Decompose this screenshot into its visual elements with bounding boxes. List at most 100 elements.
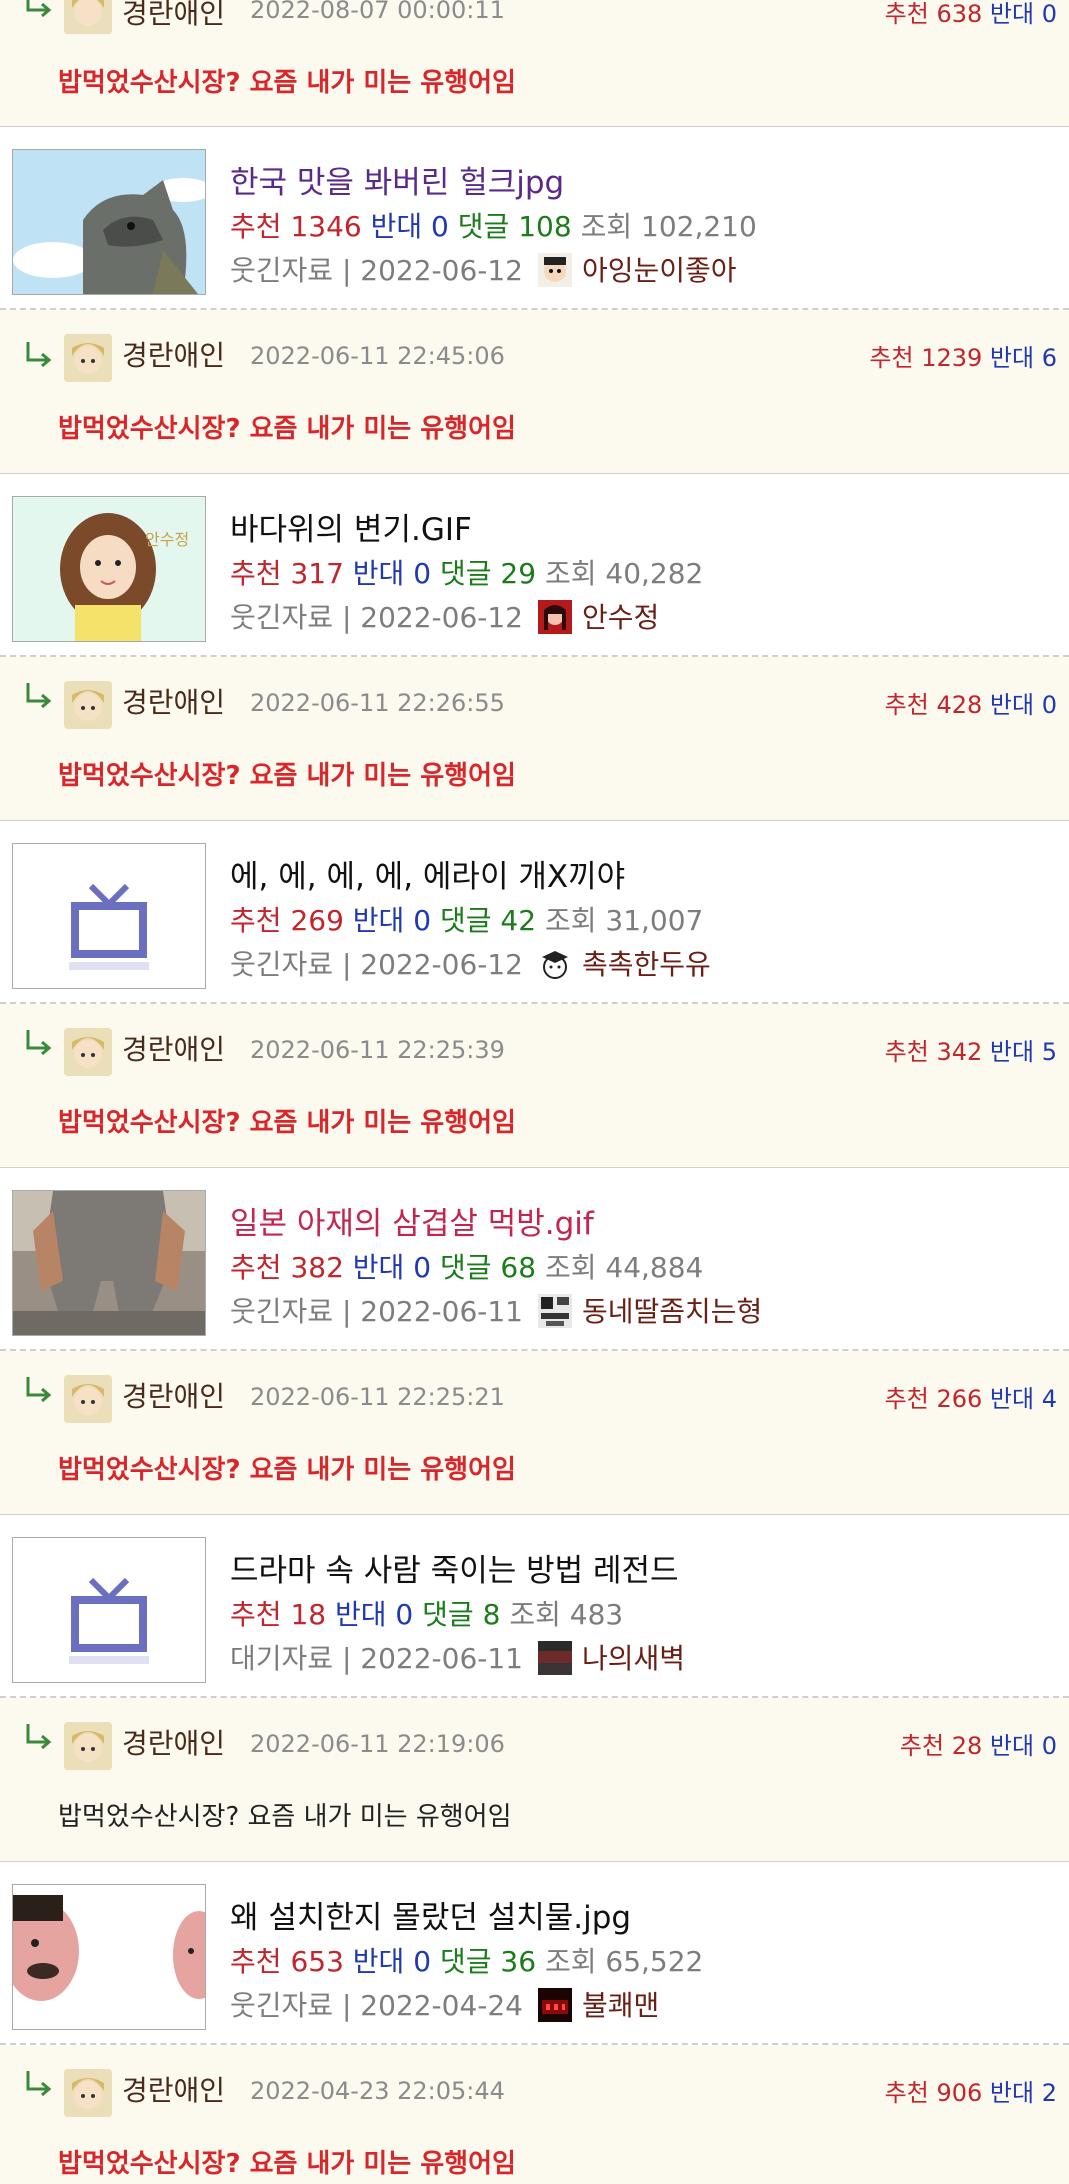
up-count: 28 [951,1732,983,1760]
post-thumbnail[interactable] [12,843,206,989]
post-category-date: 웃긴자료 | 2022-06-11 [230,1295,523,1328]
reply-item[interactable]: 경란애인 2022-06-11 22:25:39 추천 342 반대 5 밥먹었… [0,1004,1069,1167]
author-icon [538,253,572,287]
avatar-icon [64,1028,112,1076]
post-item[interactable]: 에, 에, 에, 에, 에라이 개X끼야 추천 269 반대 0 댓글 42 조… [0,820,1069,1004]
reply-votes: 추천 28 반대 0 [900,1726,1057,1761]
reply-nick[interactable]: 경란애인 [122,2069,225,2109]
down-label: 반대 [352,904,405,937]
reply-nick[interactable]: 경란애인 [122,334,225,374]
post-author[interactable]: 동네딸좀치는형 [582,1290,762,1330]
up-label: 추천 [230,557,282,590]
up-count: 342 [936,1038,983,1066]
down-label: 반대 [352,557,405,590]
comments-count: 29 [500,557,537,590]
post-stats: 추천 18 반대 0 댓글 8 조회 483 [230,1593,623,1633]
views-label: 조회 [544,1945,597,1978]
reply-item[interactable]: 경란애인 2022-06-11 22:26:55 추천 428 반대 0 밥먹었… [0,657,1069,820]
reply-arrow-icon [26,1724,52,1750]
comments-count: 36 [500,1945,537,1978]
post-thumbnail[interactable] [12,1537,206,1683]
up-label: 추천 [884,2079,929,2107]
post-thumbnail[interactable] [12,149,206,295]
comments-label: 댓글 [439,904,492,937]
post-category-date: 웃긴자료 | 2022-06-12 [230,254,523,287]
post-title[interactable]: 일본 아재의 삼겹살 먹방.gif [230,1198,594,1243]
down-label: 반대 [352,1945,405,1978]
post-thumbnail[interactable]: 안수정 [12,496,206,642]
up-label: 추천 [230,904,282,937]
reply-date: 2022-04-23 22:05:44 [250,2077,505,2105]
reply-item[interactable]: 경란애인 2022-06-11 22:25:21 추천 266 반대 4 밥먹었… [0,1351,1069,1514]
post-stats: 추천 1346 반대 0 댓글 108 조회 102,210 [230,205,757,245]
reply-nick[interactable]: 경란애인 [122,0,225,32]
reply-votes: 추천 342 반대 5 [885,1032,1057,1067]
post-stats: 추천 382 반대 0 댓글 68 조회 44,884 [230,1246,703,1286]
avatar-icon [64,1722,112,1770]
up-count: 317 [290,557,344,590]
post-author[interactable]: 아잉눈이좋아 [582,249,737,289]
comments-label: 댓글 [439,1945,492,1978]
down-label: 반대 [352,1251,405,1284]
down-count: 0 [413,904,432,937]
reply-arrow-icon [26,1377,52,1403]
post-title[interactable]: 에, 에, 에, 에, 에라이 개X끼야 [230,851,625,896]
down-label: 반대 [989,691,1035,719]
down-count: 6 [1041,344,1057,372]
post-title[interactable]: 한국 맛을 봐버린 헐크jpg [230,157,564,202]
reply-item[interactable]: 경란애인 2022-06-11 22:19:06 추천 28 반대 0 밥먹었수… [0,1698,1069,1861]
views-count: 102,210 [641,210,757,243]
author-icon [538,600,572,634]
avatar-icon [64,1375,112,1423]
views-count: 40,282 [605,557,704,590]
up-label: 추천 [884,1038,929,1066]
reply-nick[interactable]: 경란애인 [122,1722,225,1762]
views-label: 조회 [544,1251,597,1284]
views-label: 조회 [544,904,597,937]
post-title[interactable]: 바다위의 변기.GIF [230,504,472,549]
post-thumbnail[interactable] [12,1884,206,2030]
views-label: 조회 [509,1598,561,1631]
down-label: 반대 [370,210,423,243]
post-author[interactable]: 안수정 [582,596,659,636]
post-item[interactable]: 왜 설치한지 몰랐던 설치물.jpg 추천 653 반대 0 댓글 36 조회 … [0,1861,1069,2045]
reply-votes: 추천 906 반대 2 [885,2073,1057,2108]
views-count: 65,522 [605,1945,704,1978]
post-item[interactable]: 안수정 바다위의 변기.GIF 추천 317 반대 0 댓글 29 조회 40,… [0,473,1069,657]
down-count: 0 [413,557,432,590]
reply-nick[interactable]: 경란애인 [122,681,225,721]
views-count: 44,884 [605,1251,704,1284]
reply-item[interactable]: 경란애인 2022-06-11 22:45:06 추천 1239 반대 6 밥먹… [0,310,1069,473]
author-icon [538,1988,572,2022]
post-item[interactable]: 드라마 속 사람 죽이는 방법 레전드 추천 18 반대 0 댓글 8 조회 4… [0,1514,1069,1698]
up-count: 1239 [921,344,983,372]
avatar-icon [64,0,112,34]
post-item[interactable]: 한국 맛을 봐버린 헐크jpg 추천 1346 반대 0 댓글 108 조회 1… [0,126,1069,310]
post-stats: 추천 317 반대 0 댓글 29 조회 40,282 [230,552,703,592]
reply-item[interactable]: 경란애인 2022-04-23 22:05:44 추천 906 반대 2 밥먹었… [0,2045,1069,2184]
reply-arrow-icon [26,0,52,18]
reply-item[interactable]: 경란애인 2022-08-07 00:00:11 추천 638 반대 0 밥먹었… [0,0,1069,126]
author-icon [538,1294,572,1328]
avatar-icon [64,334,112,382]
post-author[interactable]: 촉촉한두유 [582,943,711,983]
post-title[interactable]: 드라마 속 사람 죽이는 방법 레전드 [230,1545,679,1590]
post-category-date: 대기자료 | 2022-06-11 [230,1642,523,1675]
comments-label: 댓글 [457,210,510,243]
post-item[interactable]: 일본 아재의 삼겹살 먹방.gif 추천 382 반대 0 댓글 68 조회 4… [0,1167,1069,1351]
views-label: 조회 [580,210,633,243]
up-count: 653 [290,1945,344,1978]
reply-nick[interactable]: 경란애인 [122,1375,225,1415]
post-author[interactable]: 나의새벽 [582,1637,685,1677]
reply-arrow-icon [26,683,52,709]
reply-nick[interactable]: 경란애인 [122,1028,225,1068]
post-thumbnail[interactable] [12,1190,206,1336]
reply-text: 밥먹었수산시장? 요즘 내가 미는 유행어임 [58,1108,516,1138]
up-label: 추천 [884,0,929,28]
up-label: 추천 [230,210,282,243]
down-label: 반대 [989,344,1035,372]
post-author[interactable]: 불쾌맨 [582,1984,659,2024]
post-title[interactable]: 왜 설치한지 몰랐던 설치물.jpg [230,1892,631,1937]
down-label: 반대 [989,1732,1035,1760]
up-label: 추천 [230,1945,282,1978]
